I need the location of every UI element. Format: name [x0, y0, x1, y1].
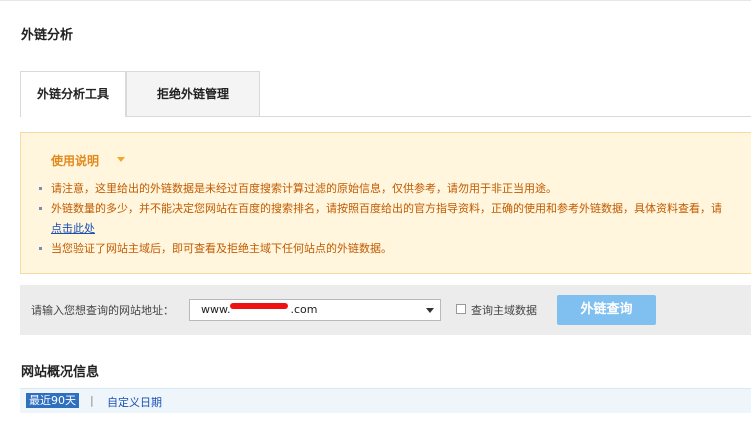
date-separator: |: [90, 394, 94, 407]
bullet-icon: [39, 187, 42, 190]
notice-list: 请注意，这里给出的外链数据是未经过百度搜索计算过滤的原始信息，仅供参考，请勿用于…: [37, 179, 727, 259]
click-here-link[interactable]: 点击此处: [51, 222, 95, 235]
notice-item: 当您验证了网站主域后，即可查看及拒绝主域下任何站点的外链数据。: [37, 239, 727, 259]
search-label: 请输入您想查询的网站地址：: [31, 304, 174, 317]
backlink-query-button[interactable]: 外链查询: [557, 295, 656, 325]
main-domain-checkbox-label[interactable]: 查询主域数据: [471, 302, 537, 318]
tab-bar: 外链分析工具 拒绝外链管理: [20, 71, 751, 117]
notice-title[interactable]: 使用说明: [51, 152, 99, 169]
chevron-down-icon[interactable]: [426, 308, 434, 313]
notice-item: 外链数量的多少，并不能决定您网站在百度的搜索排名，请按照百度给出的官方指导资料，…: [37, 199, 727, 239]
redaction-mark: [230, 303, 288, 309]
overview-title: 网站概况信息: [21, 365, 100, 380]
search-bar: 请输入您想查询的网站地址： www. .com 查询主域数据 外链查询: [20, 285, 751, 335]
top-divider: [0, 0, 751, 1]
date-range-custom[interactable]: 自定义日期: [107, 394, 162, 410]
page-title: 外链分析: [21, 28, 74, 43]
tab-backlink-tool[interactable]: 外链分析工具: [20, 71, 126, 117]
url-select[interactable]: www. .com: [189, 299, 441, 321]
notice-item: 请注意，这里给出的外链数据是未经过百度搜索计算过滤的原始信息，仅供参考，请勿用于…: [37, 179, 727, 199]
main-domain-checkbox[interactable]: [456, 304, 466, 314]
tab-disavow-management[interactable]: 拒绝外链管理: [126, 71, 260, 116]
bullet-icon: [39, 207, 42, 210]
usage-notice: 使用说明 请注意，这里给出的外链数据是未经过百度搜索计算过滤的原始信息，仅供参考…: [20, 132, 751, 274]
chevron-down-icon[interactable]: [117, 157, 125, 162]
date-range-bar: 最近90天 | 自定义日期: [20, 388, 751, 413]
date-range-90-days[interactable]: 最近90天: [26, 393, 79, 408]
bullet-icon: [39, 247, 42, 250]
